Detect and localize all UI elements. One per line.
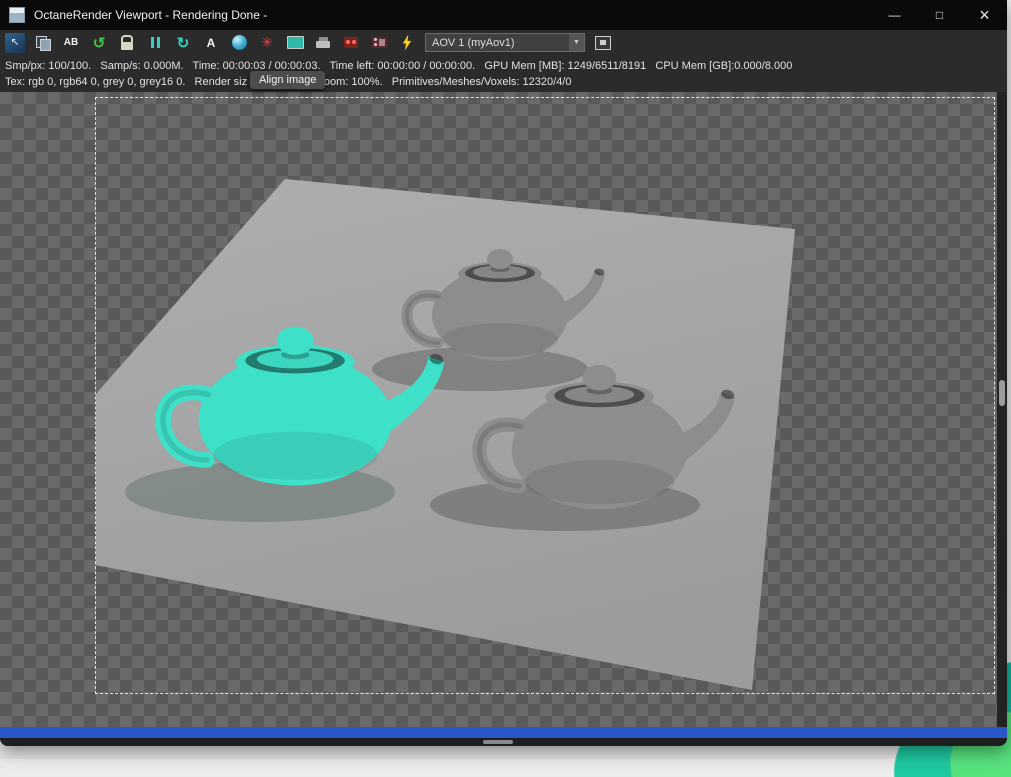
pause-render-icon[interactable]: [145, 33, 165, 53]
render-region: [95, 97, 995, 694]
ab-compare-label: AB: [63, 37, 79, 48]
restart-render-icon[interactable]: ↻: [173, 33, 193, 53]
minimize-button[interactable]: —: [872, 0, 917, 30]
refresh-render-icon[interactable]: ↺: [89, 33, 109, 53]
progress-bar: [0, 727, 1007, 738]
material-ball-icon[interactable]: [229, 33, 249, 53]
render-viewport[interactable]: [0, 92, 1007, 727]
autofocus-icon[interactable]: A: [201, 33, 221, 53]
status-line-2-right: Zoom: 100%. Primitives/Meshes/Voxels: 12…: [317, 76, 572, 88]
camera-icon[interactable]: [341, 33, 361, 53]
window-title: OctaneRender Viewport - Rendering Done -: [34, 8, 268, 22]
lightning-icon[interactable]: [397, 33, 417, 53]
save-image-icon[interactable]: [313, 33, 333, 53]
vertical-scrollbar-thumb[interactable]: [999, 380, 1005, 406]
render-region-icon[interactable]: [593, 33, 613, 53]
recenter-glyph: ↖: [10, 37, 20, 48]
horizontal-scrollbar[interactable]: [0, 738, 1007, 746]
window-controls: — □ ×: [872, 0, 1007, 30]
status-line-1: Smp/px: 100/100. Samp/s: 0.000M. Time: 0…: [5, 58, 1007, 74]
horizontal-scrollbar-thumb[interactable]: [483, 740, 513, 744]
lock-icon[interactable]: [117, 33, 137, 53]
film-strip-icon[interactable]: [369, 33, 389, 53]
restart-glyph: ↻: [176, 34, 190, 52]
ab-compare-icon[interactable]: AB: [61, 33, 81, 53]
refresh-glyph: ↺: [92, 34, 106, 52]
autofocus-label: A: [206, 35, 216, 50]
close-button[interactable]: ×: [962, 0, 1007, 30]
chevron-down-icon: ▼: [569, 34, 584, 51]
rendered-image: [96, 179, 795, 690]
sun-light-icon[interactable]: ✳: [257, 33, 277, 53]
status-line-1-text: Smp/px: 100/100. Samp/s: 0.000M. Time: 0…: [5, 60, 793, 72]
maximize-button[interactable]: □: [917, 0, 962, 30]
recenter-view-icon[interactable]: ↖: [5, 32, 25, 53]
status-line-2-left: Tex: rgb 0, rgb64 0, grey 0, grey16 0. R…: [5, 76, 248, 88]
aov-selected-value: AOV 1 (myAov1): [432, 36, 515, 49]
app-icon: [9, 7, 25, 23]
align-image-icon[interactable]: [285, 33, 305, 53]
status-bar: Smp/px: 100/100. Samp/s: 0.000M. Time: 0…: [0, 55, 1007, 92]
copy-image-icon[interactable]: [33, 33, 53, 53]
vertical-scrollbar[interactable]: [997, 92, 1007, 727]
toolbar: ↖ AB ↺ ↻ A ✳ AOV 1 (myAov1) ▼: [0, 30, 1007, 55]
aov-select[interactable]: AOV 1 (myAov1) ▼: [425, 33, 585, 52]
title-bar[interactable]: OctaneRender Viewport - Rendering Done -…: [0, 0, 1007, 30]
status-line-2: Tex: rgb 0, rgb64 0, grey 0, grey16 0. R…: [5, 74, 1007, 90]
align-image-tooltip: Align image: [250, 71, 326, 89]
starburst-glyph: ✳: [261, 34, 273, 50]
octane-viewport-window: OctaneRender Viewport - Rendering Done -…: [0, 0, 1007, 746]
